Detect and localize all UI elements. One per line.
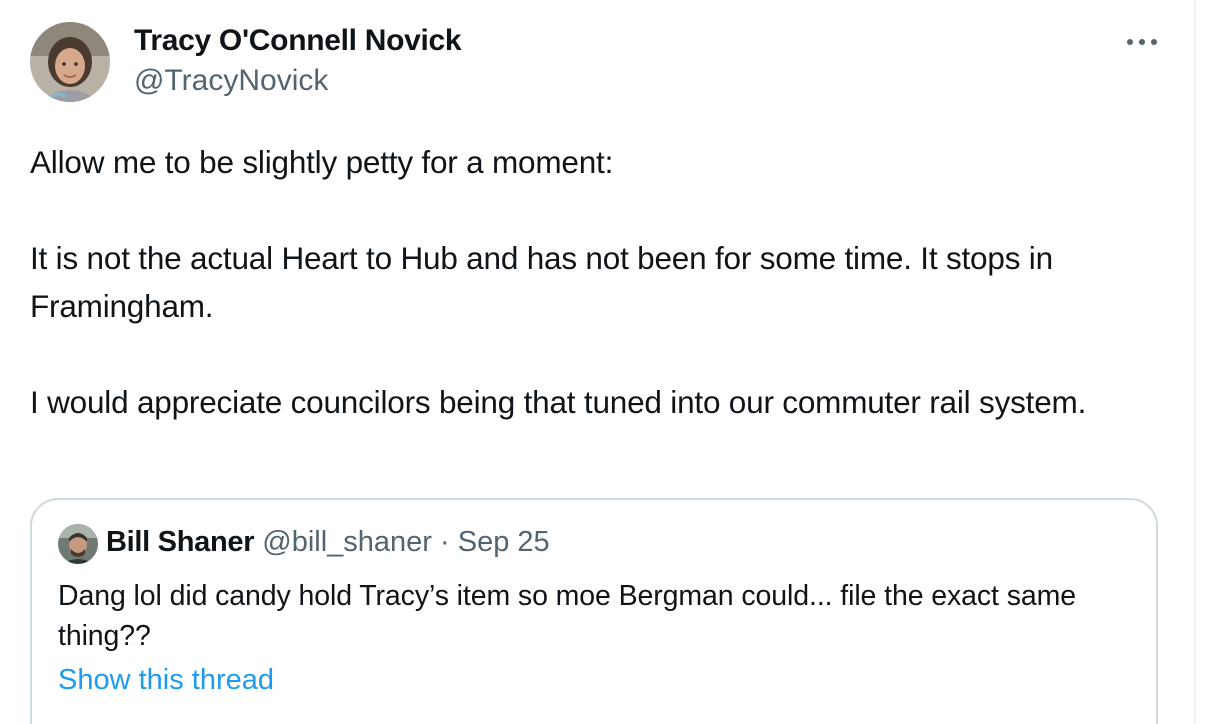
author-avatar[interactable] [30, 22, 110, 102]
timeline-divider [1194, 0, 1196, 724]
tweet-page: Tracy O'Connell Novick @TracyNovick Allo… [0, 0, 1222, 724]
tweet-paragraph: It is not the actual Heart to Hub and ha… [30, 240, 1053, 324]
quoted-author-handle[interactable]: @bill_shaner [262, 526, 432, 558]
quoted-tweet-text: Dang lol did candy hold Tracy’s item so … [58, 580, 1076, 652]
quoted-author-avatar[interactable] [58, 524, 98, 564]
author-avatar-image [30, 22, 110, 102]
more-options-button[interactable] [1118, 26, 1166, 58]
separator-dot: · [440, 526, 450, 558]
quoted-tweet-date[interactable]: Sep 25 [458, 526, 550, 558]
author-handle[interactable]: @TracyNovick [134, 64, 328, 98]
ellipsis-icon [1127, 39, 1157, 45]
tweet-paragraph: Allow me to be slightly petty for a mome… [30, 144, 614, 180]
tweet-text: Allow me to be slightly petty for a mome… [30, 138, 1180, 426]
author-name[interactable]: Tracy O'Connell Novick [134, 24, 462, 58]
tweet-paragraph: I would appreciate councilors being that… [30, 384, 1087, 420]
quoted-tweet-card[interactable]: Bill Shaner @bill_shaner · Sep 25 Dang l… [30, 498, 1158, 724]
quoted-author-avatar-image [58, 524, 98, 564]
show-thread-link[interactable]: Show this thread [58, 664, 274, 697]
quoted-author-name[interactable]: Bill Shaner [106, 526, 254, 558]
quoted-tweet-header: Bill Shaner @bill_shaner · Sep 25 [106, 526, 550, 559]
